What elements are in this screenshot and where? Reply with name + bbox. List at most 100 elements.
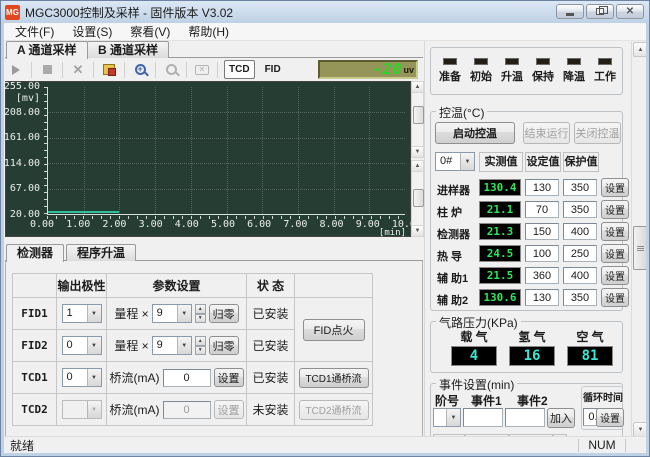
fid-toggle-button[interactable]: FID — [265, 64, 281, 75]
panel-scrollbar[interactable]: ▲ ▼ — [631, 41, 646, 436]
aux2-set-button[interactable]: 设置 — [601, 288, 629, 307]
fid2-zero-button[interactable]: 归零 — [209, 336, 239, 355]
detector-set-button[interactable]: 设置 — [601, 222, 629, 241]
hydrogen-led: 16 — [509, 346, 555, 366]
menubar: 文件(F) 设置(S) 察看(V) 帮助(H) — [4, 23, 646, 41]
tcd1-set-button[interactable]: 设置 — [214, 368, 244, 387]
start-acquisition-button[interactable] — [7, 61, 25, 79]
scroll-thumb[interactable] — [413, 189, 424, 207]
temp-row-aux2: 辅 助2 130.6 130 350 设置 — [431, 288, 624, 310]
temp-row-injector: 进样器 130.4 130 350 设置 — [431, 178, 624, 200]
minimize-button[interactable] — [556, 4, 584, 19]
stop-acquisition-button[interactable] — [38, 61, 56, 79]
zoom-in-icon: + — [135, 64, 146, 75]
range-label: 量程 × — [114, 337, 148, 354]
event2-input[interactable] — [505, 408, 545, 427]
scroll-up-icon[interactable]: ▲ — [412, 82, 423, 93]
injector-set-button[interactable]: 设置 — [601, 178, 629, 197]
tcd1-bridge-button[interactable]: TCD1通桥流 — [299, 368, 369, 388]
full-scale-button[interactable]: ✕ — [193, 61, 211, 79]
fid1-range-spinner[interactable]: ▲▼ — [195, 304, 206, 323]
menu-settings[interactable]: 设置(S) — [63, 22, 121, 41]
add-event-button[interactable]: 加入 — [547, 408, 575, 428]
zoom-out-button[interactable] — [162, 61, 180, 79]
aux1-set-input[interactable]: 360 — [525, 267, 559, 284]
menu-view[interactable]: 察看(V) — [121, 22, 179, 41]
oven-channel-combo[interactable]: 0#▼ — [435, 152, 475, 171]
scroll-up-icon[interactable]: ▲ — [633, 42, 646, 57]
tcd-toggle-button[interactable]: TCD — [224, 60, 255, 79]
tcd1-polarity-combo[interactable]: 0▼ — [62, 368, 102, 387]
auto-zero-button[interactable] — [100, 61, 118, 79]
scroll-up-icon[interactable]: ▲ — [412, 161, 423, 172]
aux1-protect-input[interactable]: 400 — [563, 267, 597, 284]
tab-channel-a[interactable]: A 通道采样 — [6, 41, 88, 59]
tcd1-bridge-input[interactable]: 0 — [163, 369, 211, 387]
bridge-label: 桥流(mA) — [110, 401, 160, 418]
air-led: 81 — [567, 346, 613, 366]
col-params: 参数设置 — [107, 274, 247, 298]
num-lock-indicator: NUM — [579, 438, 625, 452]
scroll-thumb[interactable] — [633, 226, 646, 270]
tab-detector[interactable]: 检测器 — [6, 244, 64, 262]
fid1-polarity-combo[interactable]: 1▼ — [62, 304, 102, 323]
scroll-thumb[interactable] — [413, 106, 424, 124]
status-led-group: 准备 初始 升温 保持 降温 工作 — [430, 47, 623, 95]
temp-row-detector: 检测器 21.3 150 400 设置 — [431, 222, 624, 244]
detector-set-input[interactable]: 150 — [525, 223, 559, 240]
client-area: A 通道采样 B 通道采样 ✕ + ✕ TCD FID — [4, 41, 646, 436]
restore-button[interactable] — [586, 4, 614, 19]
zoom-out-icon — [166, 64, 177, 75]
fid1-range-combo[interactable]: 9▼ — [152, 304, 192, 323]
event1-input[interactable] — [463, 408, 503, 427]
injector-set-input[interactable]: 130 — [525, 179, 559, 196]
tcd-set-input[interactable]: 100 — [525, 245, 559, 262]
fid1-zero-button[interactable]: 归零 — [209, 304, 239, 323]
aux1-set-button[interactable]: 设置 — [601, 266, 629, 285]
aux1-actual-led: 21.5 — [479, 267, 521, 284]
scroll-down-icon[interactable]: ▼ — [412, 225, 423, 236]
fid-ignite-button[interactable]: FID点火 — [303, 319, 365, 341]
tcd-set-button[interactable]: 设置 — [601, 244, 629, 263]
detector-protect-input[interactable]: 400 — [563, 223, 597, 240]
tab-channel-b[interactable]: B 通道采样 — [87, 41, 169, 58]
stage-combo[interactable]: ▼ — [433, 408, 461, 427]
fid2-range-spinner[interactable]: ▲▼ — [195, 336, 206, 355]
injector-protect-input[interactable]: 350 — [563, 179, 597, 196]
fid2-polarity-combo[interactable]: 0▼ — [62, 336, 102, 355]
col-polarity: 输出极性 — [57, 274, 107, 298]
minimize-icon — [566, 13, 574, 16]
detector-table: 输出极性 参数设置 状 态 FID1 1▼ 量程 × 9▼ — [12, 273, 373, 426]
channel-tabstrip: A 通道采样 B 通道采样 — [5, 41, 423, 58]
led-ready-icon — [443, 58, 457, 65]
zoom-in-button[interactable]: + — [131, 61, 149, 79]
menu-file[interactable]: 文件(F) — [6, 22, 63, 41]
restore-icon — [596, 8, 604, 15]
oven-set-input[interactable]: 70 — [525, 201, 559, 218]
chart-scrollbar-upper[interactable]: ▲ ▼ — [411, 81, 424, 158]
scroll-down-icon[interactable]: ▼ — [412, 146, 423, 157]
aux2-protect-input[interactable]: 350 — [563, 289, 597, 306]
signal-value: -20 — [372, 62, 402, 77]
close-button[interactable]: ✕ — [616, 4, 644, 19]
tcd2-bridge-input: 0 — [163, 401, 211, 419]
led-heating-icon — [505, 58, 519, 65]
delete-button[interactable]: ✕ — [69, 61, 87, 79]
menu-help[interactable]: 帮助(H) — [179, 22, 238, 41]
cycle-set-button[interactable]: 设置 — [596, 408, 624, 427]
start-temp-button[interactable]: 启动控温 — [435, 122, 515, 144]
tcd-protect-input[interactable]: 250 — [563, 245, 597, 262]
led-hold-icon — [536, 58, 550, 65]
oven-protect-input[interactable]: 350 — [563, 201, 597, 218]
carrier-gas-led: 4 — [451, 346, 497, 366]
window-title: MGC3000控制及采样 - 固件版本 V3.02 — [25, 4, 233, 21]
chart-scrollbar-lower[interactable]: ▲ ▼ — [411, 160, 424, 237]
scroll-down-icon[interactable]: ▼ — [633, 422, 646, 436]
aux2-set-input[interactable]: 130 — [525, 289, 559, 306]
control-panel: 准备 初始 升温 保持 降温 工作 控温(°C) 启动控温 结束运行 关闭控温 … — [424, 41, 631, 436]
titlebar: MG MGC3000控制及采样 - 固件版本 V3.02 ✕ — [1, 1, 649, 23]
oven-set-button[interactable]: 设置 — [601, 200, 629, 219]
fid2-range-combo[interactable]: 9▼ — [152, 336, 192, 355]
chevron-down-icon: ▼ — [87, 305, 101, 322]
tab-temp-program[interactable]: 程序升温 — [66, 244, 136, 261]
